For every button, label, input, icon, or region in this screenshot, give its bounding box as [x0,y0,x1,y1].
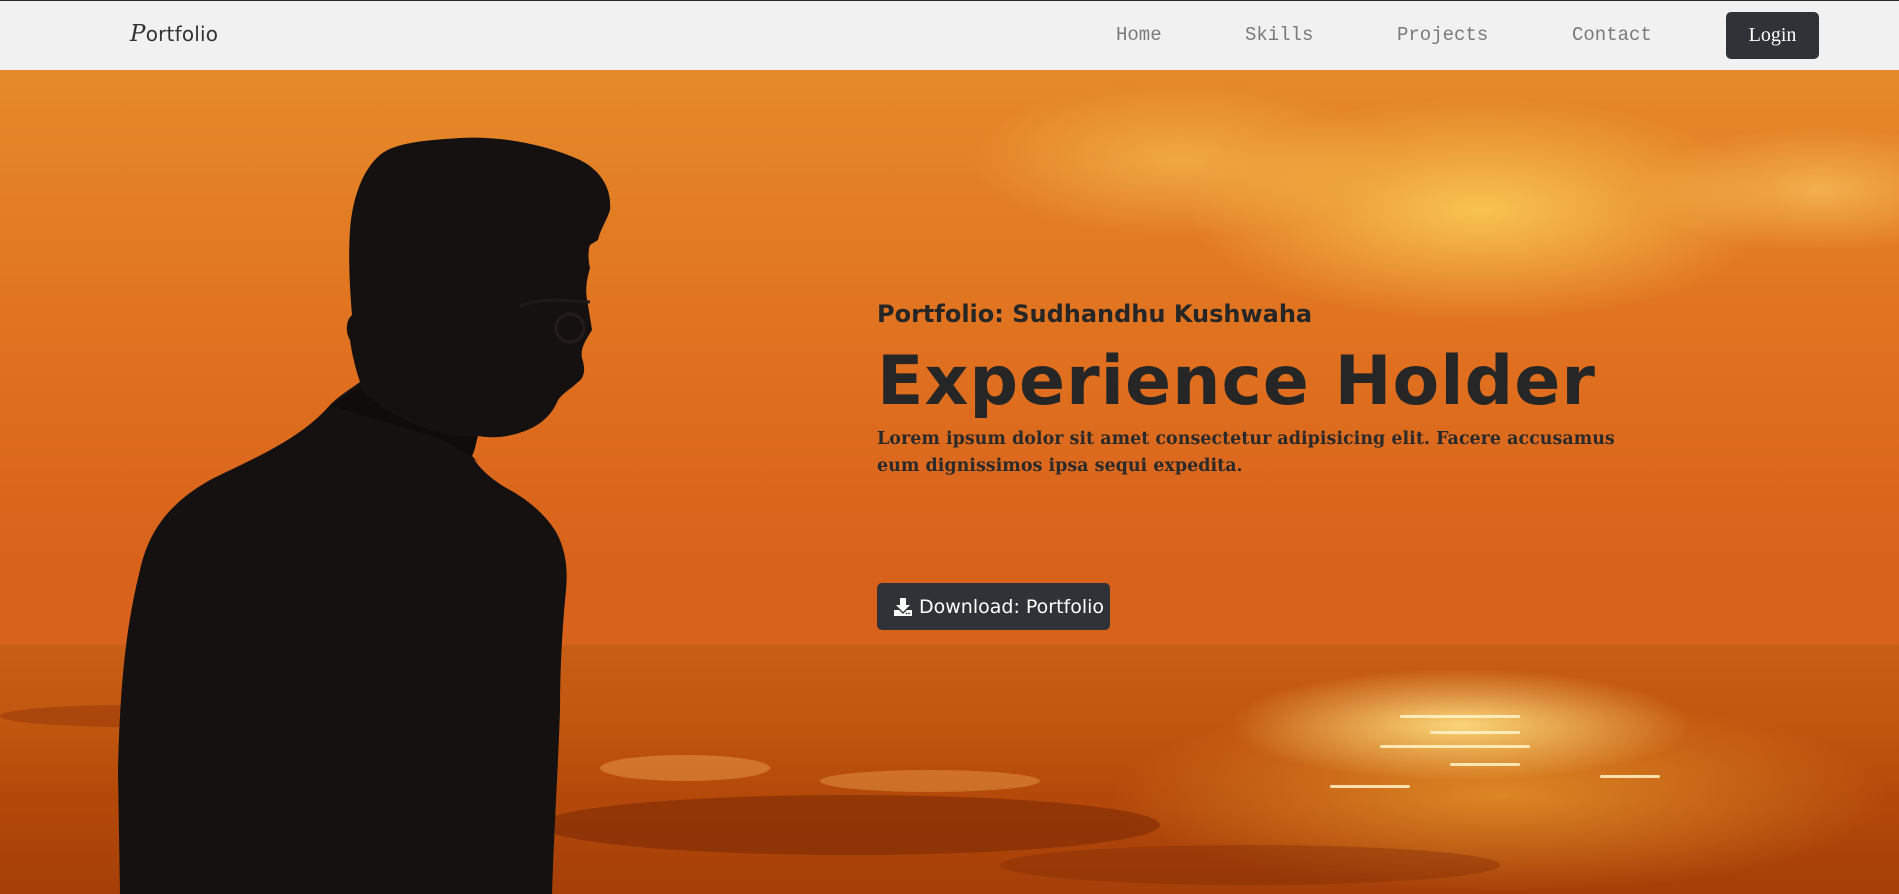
brand-rest: ortfolio [145,22,219,46]
nav-link-contact[interactable]: Contact [1572,24,1652,46]
download-label: Download: Portfolio [919,595,1105,618]
nav-link-projects[interactable]: Projects [1397,24,1488,46]
brand-letter: P [130,21,146,47]
wave [1000,845,1500,885]
nav-link-skills[interactable]: Skills [1245,24,1313,46]
navbar: Portfolio Home Skills Projects Contact L… [0,0,1899,70]
sun-reflection [1430,731,1520,734]
sun-reflection [1330,785,1410,788]
sun-reflection [1450,763,1520,766]
wave [820,770,1040,792]
nav-link-home[interactable]: Home [1116,24,1162,46]
hero-content: Portfolio: Sudhandhu Kushwaha Experience… [877,300,1677,630]
sun-reflection [1600,775,1660,778]
page: Portfolio Home Skills Projects Contact L… [0,0,1899,894]
sun-reflection [1380,745,1530,748]
login-button[interactable]: Login [1726,12,1819,59]
download-icon [894,597,912,616]
brand-logo[interactable]: Portfolio [130,21,218,47]
man-silhouette [118,137,611,894]
sun-reflection [1400,715,1520,718]
hero-subtitle: Portfolio: Sudhandhu Kushwaha [877,300,1313,328]
download-portfolio-button[interactable]: Download: Portfolio [877,583,1110,630]
hero-section: Portfolio: Sudhandhu Kushwaha Experience… [0,70,1899,894]
hero-description: Lorem ipsum dolor sit amet consectetur a… [877,429,1615,476]
hero-headline: Experience Holder [877,342,1596,421]
